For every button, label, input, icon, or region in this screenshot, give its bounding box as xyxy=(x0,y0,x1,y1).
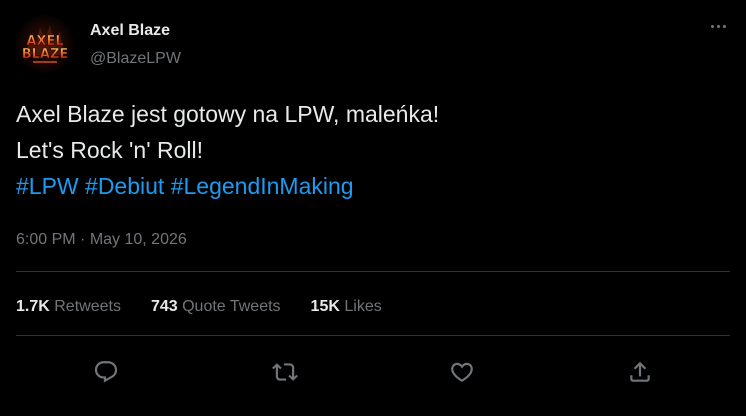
quote-tweets-label: Quote Tweets xyxy=(182,298,281,315)
likes-count: 15K xyxy=(310,298,340,315)
tweet-text: Axel Blaze jest gotowy na LPW, maleńka! … xyxy=(16,96,716,204)
hashtag-legendinmaking[interactable]: #LegendInMaking xyxy=(171,173,354,199)
hashtag-row: #LPW #Debiut #LegendInMaking xyxy=(16,168,716,204)
avatar-logo-bottom: BLAZE xyxy=(22,47,69,62)
reply-icon xyxy=(94,361,118,383)
more-options-button[interactable] xyxy=(700,14,736,38)
timestamp-separator: · xyxy=(75,231,90,248)
author-name[interactable]: Axel Blaze xyxy=(90,21,170,41)
tweet-date-link[interactable]: May 10, 2026 xyxy=(90,231,187,248)
more-icon xyxy=(710,24,714,28)
retweets-label: Retweets xyxy=(54,298,121,315)
avatar[interactable]: AXEL BLAZE xyxy=(16,15,74,73)
author-handle[interactable]: @BlazeLPW xyxy=(90,49,181,69)
tweet-line-1: Axel Blaze jest gotowy na LPW, maleńka! xyxy=(16,101,440,127)
quote-tweets-count: 743 xyxy=(150,298,178,315)
hashtag-debiut[interactable]: #Debiut xyxy=(85,173,164,199)
likes-label: Likes xyxy=(344,298,382,315)
reply-button[interactable] xyxy=(87,353,125,391)
divider xyxy=(16,271,730,272)
action-bar xyxy=(0,353,746,391)
share-icon xyxy=(630,361,650,382)
quote-tweets-stat[interactable]: 743 Quote Tweets xyxy=(151,296,281,318)
heart-icon xyxy=(451,362,473,382)
retweets-count: 1.7K xyxy=(16,298,50,315)
tweet-detail: AXEL BLAZE Axel Blaze @BlazeLPW Axel Bla… xyxy=(0,0,746,416)
share-button[interactable] xyxy=(621,353,659,391)
tweet-line-2: Let's Rock 'n' Roll! xyxy=(16,137,204,163)
likes-stat[interactable]: 15K Likes xyxy=(311,296,382,318)
retweet-icon xyxy=(272,363,298,381)
retweet-button[interactable] xyxy=(266,353,304,391)
tweet-timestamp: 6:00 PM · May 10, 2026 xyxy=(16,229,187,251)
engagement-stats: 1.7K Retweets 743 Quote Tweets 15K Likes xyxy=(16,296,412,318)
retweets-stat[interactable]: 1.7K Retweets xyxy=(16,296,121,318)
like-button[interactable] xyxy=(443,353,481,391)
divider xyxy=(16,335,730,336)
hashtag-lpw[interactable]: #LPW xyxy=(16,173,79,199)
tweet-time-link[interactable]: 6:00 PM xyxy=(16,231,76,248)
